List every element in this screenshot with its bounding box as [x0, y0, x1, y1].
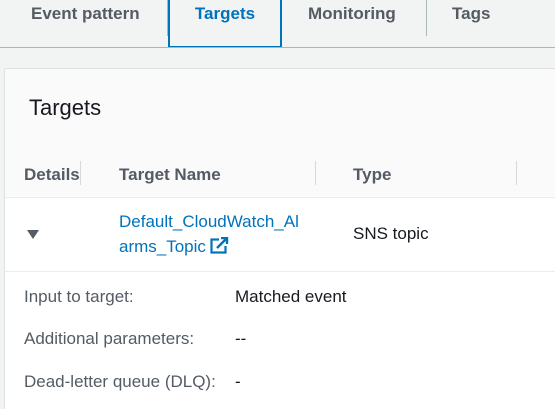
column-header-type: Type — [353, 165, 392, 184]
tab-underline — [0, 47, 555, 48]
column-divider[interactable] — [80, 161, 81, 185]
detail-value-input: Matched event — [235, 287, 347, 306]
type-cell: SNS topic — [353, 224, 429, 243]
tab-bar: Event pattern Targets Monitoring Tags — [0, 0, 555, 48]
expand-caret-icon[interactable] — [27, 230, 39, 239]
tab-targets[interactable]: Targets — [168, 0, 282, 48]
tab-separator — [426, 0, 427, 36]
target-name-link[interactable]: Default_CloudWatch_Al arms_Topic — [119, 209, 319, 261]
tab-event-pattern[interactable]: Event pattern — [31, 0, 140, 46]
target-name-line2: arms_Topic — [119, 237, 206, 256]
column-header-details: Details — [24, 165, 80, 184]
target-name-line1: Default_CloudWatch_Al — [119, 212, 299, 231]
tab-monitoring[interactable]: Monitoring — [308, 0, 396, 46]
column-divider[interactable] — [516, 161, 517, 185]
detail-value-additional-params: -- — [235, 329, 247, 348]
tab-tags[interactable]: Tags — [452, 0, 490, 46]
table-row: Default_CloudWatch_Al arms_Topic — [5, 198, 555, 272]
detail-value-dlq: - — [235, 372, 241, 391]
panel-title: Targets — [29, 95, 102, 120]
detail-label-dlq: Dead-letter queue (DLQ): — [24, 372, 216, 391]
external-link-icon — [210, 236, 229, 261]
table-header: Details Target Name Type — [5, 149, 555, 198]
detail-label-additional-params: Additional parameters: — [24, 329, 195, 348]
detail-label-input: Input to target: — [24, 287, 134, 306]
column-divider[interactable] — [315, 161, 316, 185]
panel-header: Targets — [5, 69, 555, 150]
targets-panel: Targets Details Target Name Type Default… — [5, 69, 555, 409]
column-header-target-name: Target Name — [119, 165, 221, 184]
